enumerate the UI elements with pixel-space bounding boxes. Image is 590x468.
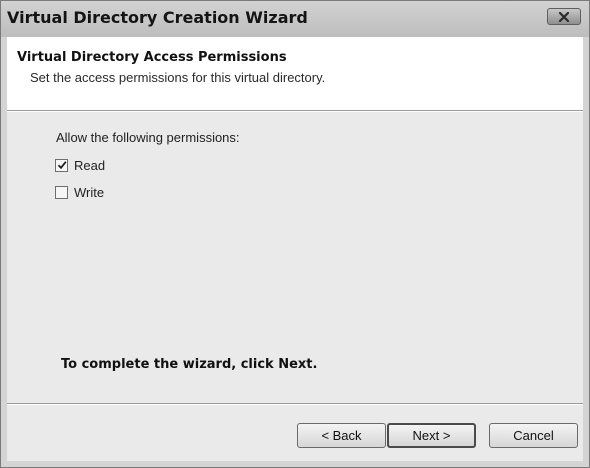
footer-divider bbox=[7, 403, 583, 405]
page-title: Virtual Directory Access Permissions bbox=[17, 50, 287, 65]
wizard-window: Virtual Directory Creation Wizard Virtua… bbox=[0, 0, 590, 468]
next-button[interactable]: Next > bbox=[387, 423, 476, 448]
back-button[interactable]: < Back bbox=[297, 423, 386, 448]
read-label: Read bbox=[74, 157, 106, 173]
read-checkbox[interactable] bbox=[55, 158, 68, 172]
read-checkbox-row[interactable]: Read bbox=[55, 156, 105, 174]
completion-instruction: To complete the wizard, click Next. bbox=[61, 357, 318, 372]
checkmark-icon bbox=[57, 161, 67, 170]
wizard-body: Virtual Directory Access Permissions Set… bbox=[7, 37, 583, 461]
permissions-label: Allow the following permissions: bbox=[56, 130, 240, 145]
write-checkbox-row[interactable]: Write bbox=[55, 183, 104, 201]
write-label: Write bbox=[74, 184, 105, 200]
cancel-button[interactable]: Cancel bbox=[489, 423, 578, 448]
close-button[interactable] bbox=[547, 8, 581, 25]
wizard-header: Virtual Directory Access Permissions Set… bbox=[7, 37, 583, 110]
title-bar: Virtual Directory Creation Wizard bbox=[1, 1, 589, 37]
close-icon bbox=[558, 11, 570, 22]
page-subtitle: Set the access permissions for this virt… bbox=[30, 70, 326, 85]
write-checkbox[interactable] bbox=[55, 185, 68, 199]
header-divider bbox=[7, 110, 583, 112]
window-title: Virtual Directory Creation Wizard bbox=[7, 8, 308, 27]
